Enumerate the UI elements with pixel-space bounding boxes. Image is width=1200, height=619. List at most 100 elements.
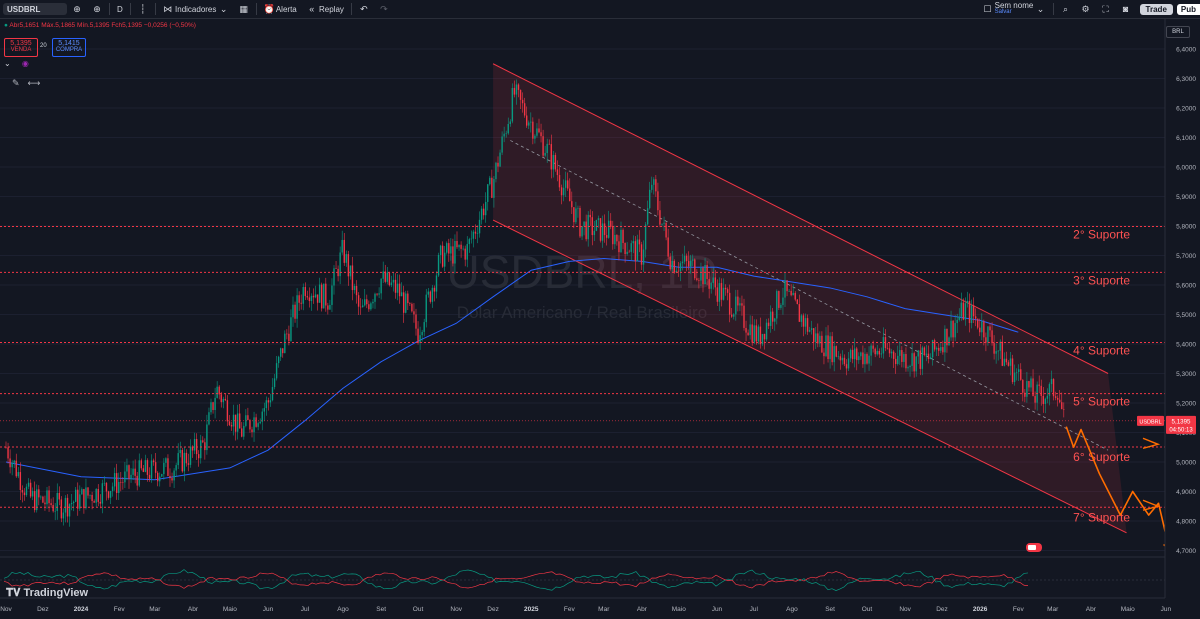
- time-tick-label: Maio: [1121, 606, 1135, 613]
- ruler-icon[interactable]: ⟷: [28, 78, 49, 88]
- candle-body: [109, 490, 112, 498]
- replay-button[interactable]: « Replay: [302, 0, 349, 18]
- price-tick-label: 6,0000: [1176, 165, 1196, 172]
- candle-body: [241, 428, 243, 437]
- candle-body: [1056, 397, 1059, 400]
- candle-body: [821, 335, 823, 353]
- candle-body: [735, 296, 737, 315]
- candle-body: [54, 510, 56, 512]
- candle-body: [706, 264, 708, 280]
- compare-button[interactable]: ⊕: [67, 0, 87, 18]
- candle-body: [927, 353, 930, 360]
- candle-body: [386, 272, 388, 282]
- candle-body: [993, 343, 995, 354]
- buy-button[interactable]: 5,1415 COMPRA: [52, 38, 86, 57]
- candle-body: [85, 487, 87, 509]
- candle-body: [854, 348, 856, 360]
- candle-body: [519, 89, 522, 100]
- redo-icon: ↷: [380, 4, 388, 14]
- candle-body: [712, 277, 714, 284]
- candle-body: [905, 354, 907, 369]
- candle-body: [507, 124, 509, 134]
- candle-body: [234, 414, 237, 432]
- candle-body: [210, 402, 212, 413]
- candle-body: [429, 291, 432, 302]
- publish-button[interactable]: Pub: [1176, 3, 1200, 15]
- candle-body: [788, 290, 790, 292]
- candle-body: [480, 208, 483, 220]
- candle-body: [1046, 395, 1049, 399]
- currency-selector[interactable]: BRL: [1166, 26, 1190, 38]
- symbol-text: USDBRL: [7, 4, 41, 14]
- interval-button[interactable]: D: [112, 0, 128, 18]
- candle-body: [384, 271, 386, 282]
- candle-body: [593, 230, 596, 236]
- candle-body: [294, 304, 296, 319]
- candle-body: [872, 345, 874, 349]
- time-axis[interactable]: Nov Dez 2024 Fev Mar Abr Maio Jun Jul Ago Set Out No…: [0, 597, 1172, 613]
- candle-body: [431, 287, 434, 302]
- redo-button[interactable]: ↷: [374, 0, 394, 18]
- divider: [129, 3, 131, 15]
- flag-icon[interactable]: [1026, 543, 1042, 552]
- candle-body: [523, 103, 526, 116]
- candle-body: [972, 305, 975, 317]
- candle-body: [1020, 369, 1022, 380]
- candle-body: [167, 458, 169, 476]
- candle-body: [64, 497, 67, 513]
- candle-body: [411, 303, 413, 312]
- symbol-search[interactable]: USDBRL: [3, 3, 67, 15]
- collapse-chevron-icon[interactable]: ⌄: [4, 59, 11, 68]
- candle-body: [105, 482, 108, 492]
- candle-body: [277, 356, 280, 364]
- fullscreen-button[interactable]: ⛶: [1096, 0, 1116, 18]
- price-tick-label: 5,3000: [1176, 371, 1196, 378]
- settings-button[interactable]: ⚙: [1076, 0, 1096, 18]
- candle-body: [275, 363, 278, 379]
- price-axis[interactable]: 6,4000 6,3000 6,2000 6,1000 6,0000 5,9000 5,80…: [1164, 18, 1200, 598]
- candle-body: [890, 351, 893, 354]
- trade-button[interactable]: Trade: [1139, 3, 1173, 15]
- candle-body: [968, 300, 971, 323]
- price-tick-label: 5,8000: [1176, 224, 1196, 231]
- candle-body: [925, 353, 928, 355]
- pencil-icon[interactable]: ✎: [12, 78, 28, 88]
- candle-body: [620, 229, 622, 253]
- time-tick-label: Ago: [337, 606, 349, 613]
- candle-body: [632, 241, 634, 244]
- indicator-dot-icon[interactable]: ◉: [22, 59, 29, 68]
- candle-body: [704, 264, 706, 285]
- sell-price: 5,1395: [10, 40, 32, 47]
- candle-body: [138, 460, 140, 486]
- candle-body: [400, 292, 403, 297]
- add-symbol-button[interactable]: ⊕: [87, 0, 107, 18]
- undo-button[interactable]: ↶: [354, 0, 374, 18]
- candle-body: [325, 283, 327, 306]
- candle-body: [206, 424, 208, 451]
- candle-body: [808, 329, 811, 332]
- candle-body: [25, 486, 28, 496]
- candle-body: [573, 207, 575, 223]
- candle-body: [1005, 358, 1008, 363]
- indicators-button[interactable]: ⋈ Indicadores ⌄: [158, 0, 234, 18]
- candle-body: [915, 356, 917, 372]
- alert-button[interactable]: ⏰ Alerta: [259, 0, 302, 18]
- chart-type-button[interactable]: ┆: [133, 0, 153, 18]
- candle-body: [673, 260, 675, 273]
- candle-body: [685, 255, 688, 262]
- candle-body: [833, 346, 835, 363]
- price-chart[interactable]: USDBRL, 1D Dolar Americano / Real Brasil…: [0, 0, 1200, 619]
- replay-icon: «: [309, 4, 315, 14]
- candle-body: [421, 331, 423, 336]
- tradingview-logo[interactable]: 𝐓𝐕 TradingView: [6, 587, 88, 600]
- candle-body: [72, 501, 75, 503]
- time-tick-label: Fev: [564, 606, 576, 613]
- sell-button[interactable]: 5,1395 VENDA: [4, 38, 38, 57]
- candle-body: [964, 303, 967, 320]
- layout-name: Sem nome: [994, 1, 1034, 10]
- quick-search-button[interactable]: ⌕: [1056, 0, 1076, 18]
- candle-body: [300, 302, 302, 304]
- layouts-button[interactable]: ▦: [234, 0, 254, 18]
- layout-save-button[interactable]: ☐ Sem nome Salvar ⌄: [977, 0, 1050, 18]
- snapshot-button[interactable]: ◙: [1116, 0, 1136, 18]
